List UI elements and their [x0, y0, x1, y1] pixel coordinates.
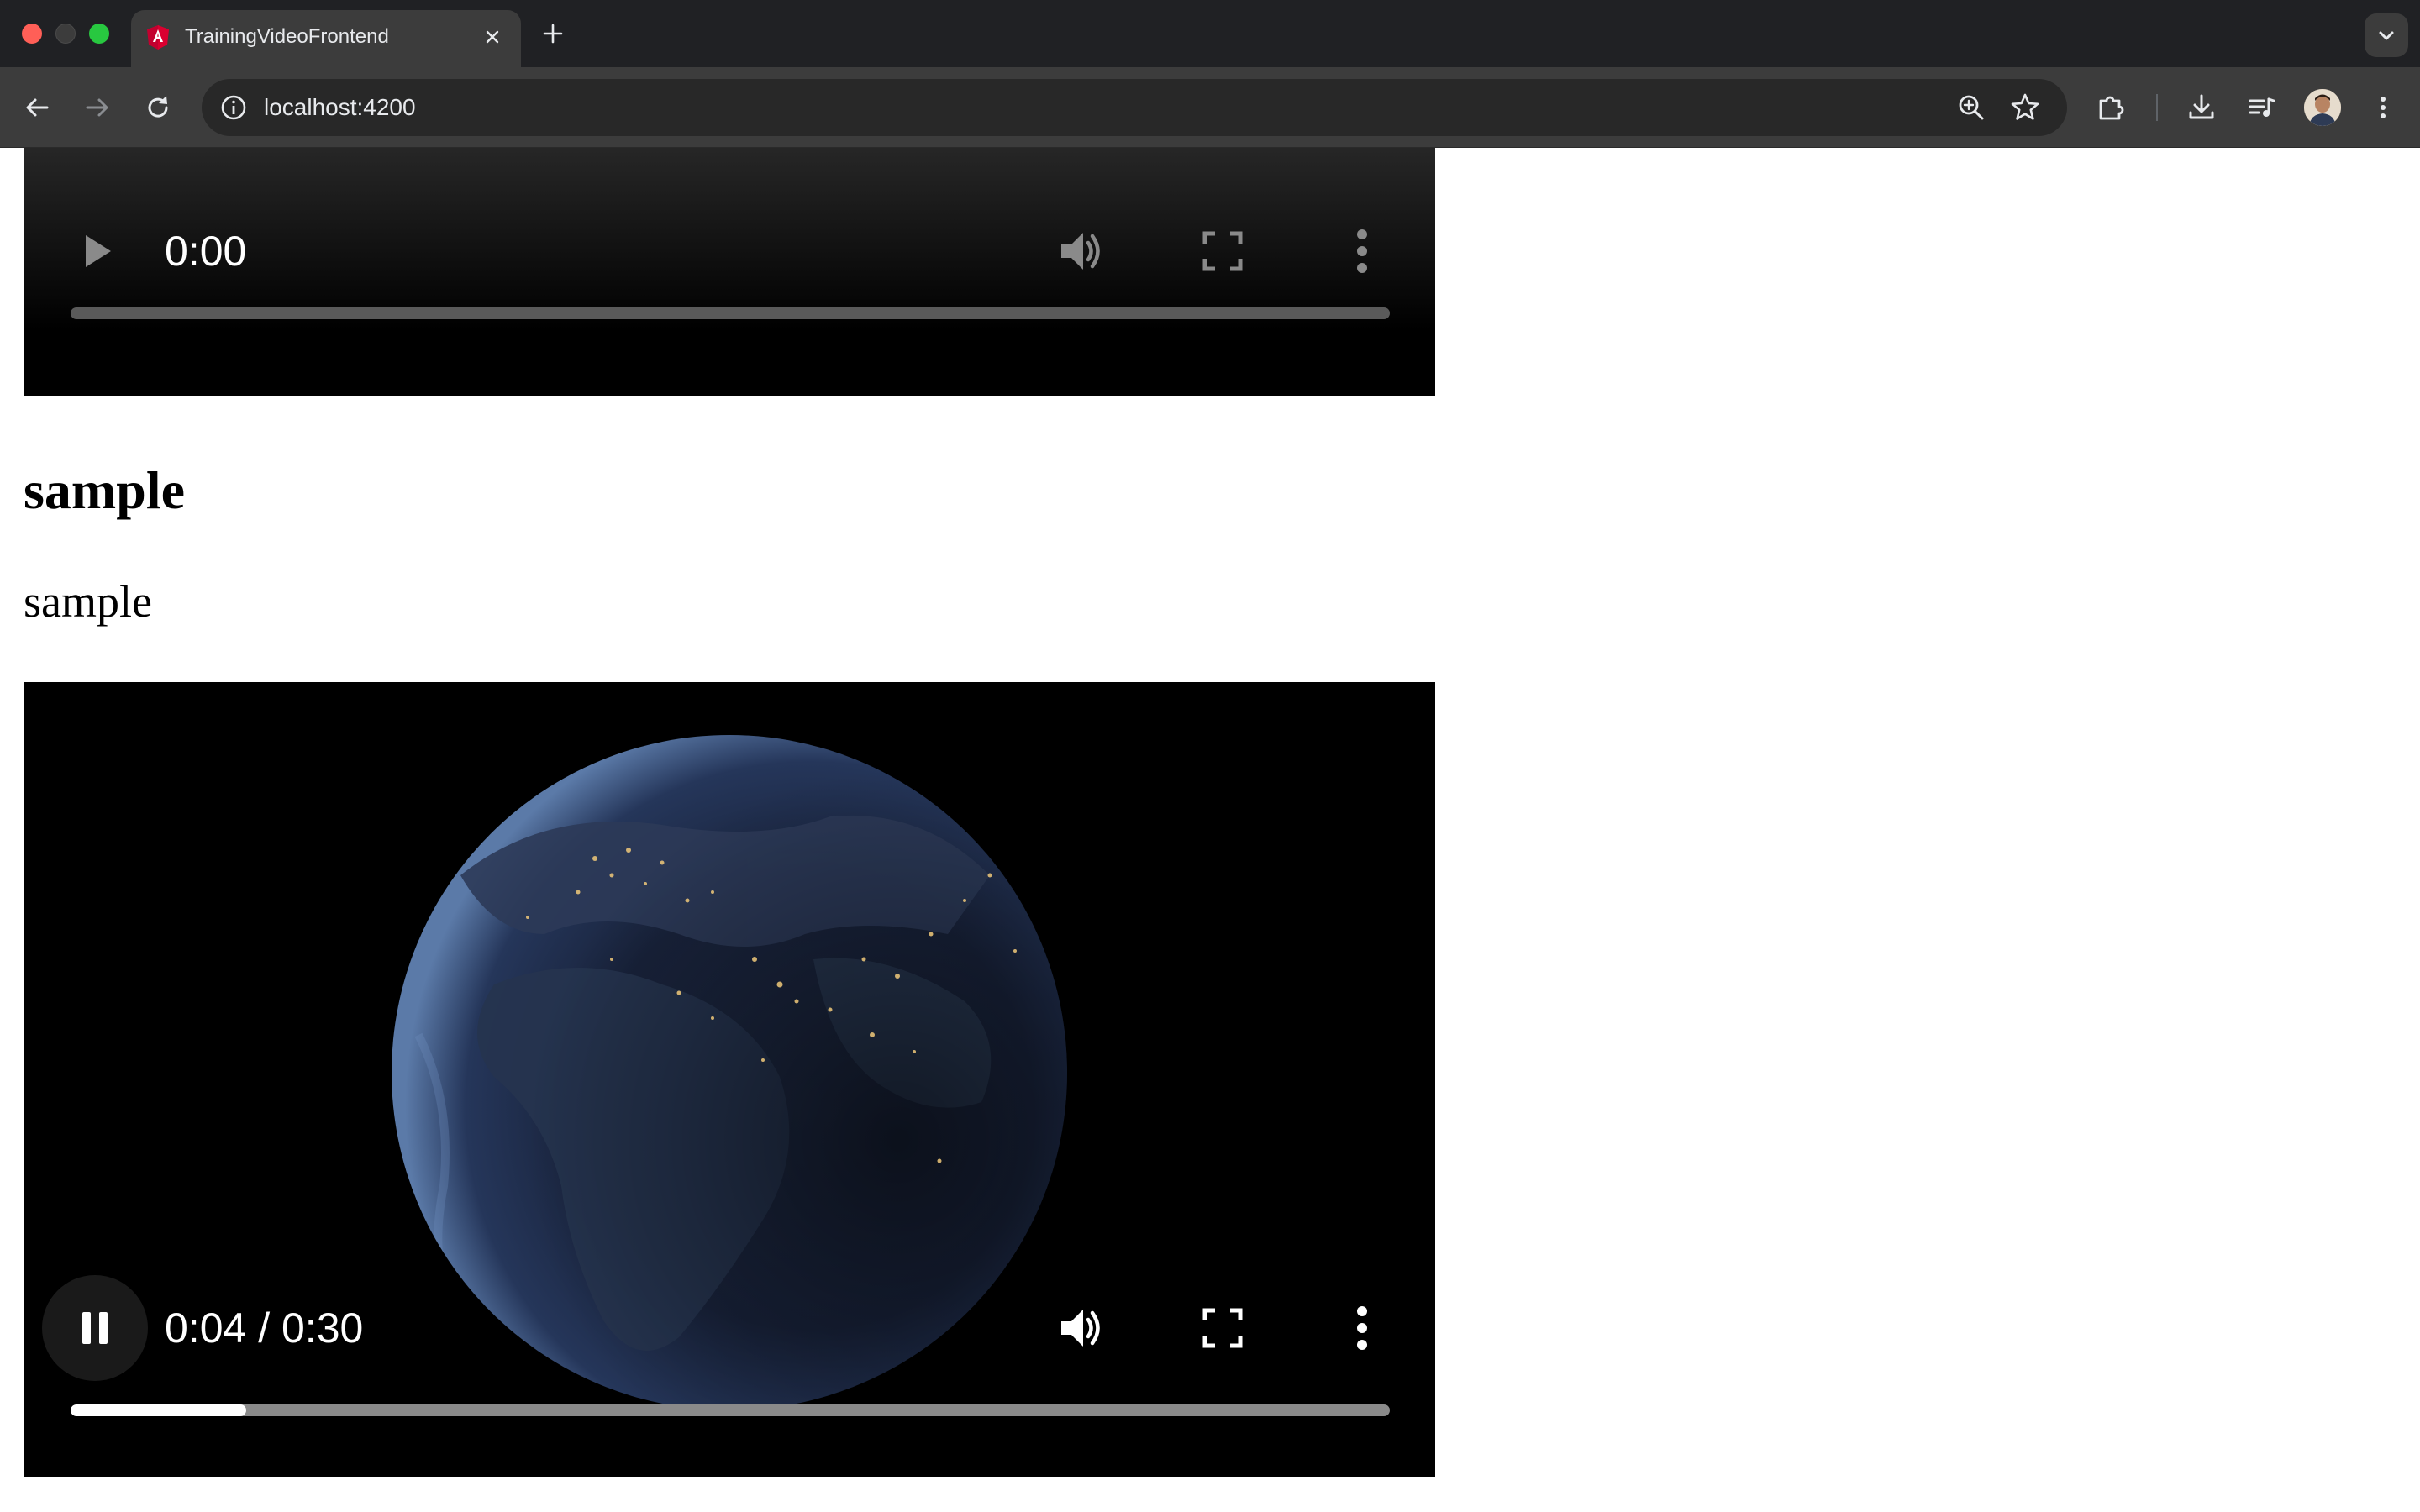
video-time: 0:04 / 0:30 — [165, 1305, 364, 1352]
avatar-image — [2304, 89, 2341, 126]
video-progress-bar[interactable] — [71, 307, 1390, 319]
chevron-down-icon — [2379, 31, 2394, 40]
close-icon[interactable] — [479, 24, 506, 50]
tab-search-button[interactable] — [2365, 13, 2408, 57]
browser-toolbar: localhost:4200 — [0, 67, 2420, 148]
reload-button[interactable] — [138, 87, 178, 128]
video-frame-earth — [392, 735, 1067, 1410]
play-button[interactable] — [67, 222, 126, 281]
video-time: 0:00 — [165, 228, 247, 275]
fullscreen-icon — [1202, 1308, 1243, 1348]
browser-tab-strip: TrainingVideoFrontend — [0, 0, 2420, 67]
volume-icon — [1061, 233, 1100, 270]
fullscreen-button[interactable] — [1193, 1299, 1252, 1357]
pause-button[interactable] — [42, 1275, 148, 1381]
play-icon — [86, 235, 111, 267]
forward-arrow-icon — [86, 98, 108, 117]
zoom-button[interactable] — [1951, 87, 1991, 128]
tab-title: TrainingVideoFrontend — [185, 25, 389, 48]
downloads-button[interactable] — [2181, 87, 2222, 128]
video-title: sample — [24, 460, 185, 520]
address-bar[interactable]: localhost:4200 — [202, 79, 2067, 136]
media-controls-button[interactable] — [2242, 87, 2282, 128]
kebab-menu-icon — [1357, 229, 1367, 273]
media-control-icon — [2249, 97, 2275, 117]
video-progress-bar[interactable] — [71, 1404, 1390, 1416]
active-tab[interactable]: TrainingVideoFrontend — [131, 10, 521, 67]
back-button[interactable] — [17, 87, 57, 128]
video-progress-fill — [71, 1404, 247, 1416]
maximize-window-button[interactable] — [89, 24, 109, 44]
mute-button[interactable] — [1052, 222, 1111, 281]
fullscreen-icon — [1202, 231, 1243, 271]
video-options-button[interactable] — [1333, 222, 1392, 281]
download-icon — [2189, 94, 2214, 119]
video-description: sample — [24, 576, 152, 627]
mute-button[interactable] — [1052, 1299, 1111, 1357]
star-icon — [2011, 93, 2039, 120]
url-text[interactable]: localhost:4200 — [264, 94, 416, 121]
back-arrow-icon — [26, 98, 49, 117]
app-favicon — [147, 25, 169, 50]
info-icon — [221, 95, 246, 120]
video-player[interactable]: 0:04 / 0:30 — [24, 682, 1435, 1477]
extensions-button[interactable] — [2091, 87, 2131, 128]
site-info-button[interactable] — [213, 87, 254, 128]
video-player[interactable]: 0:00 — [24, 148, 1435, 396]
reload-icon — [148, 96, 168, 118]
zoom-icon — [1959, 95, 1984, 120]
bookmark-button[interactable] — [2005, 87, 2045, 128]
profile-avatar[interactable] — [2304, 89, 2341, 126]
minimize-window-button[interactable] — [55, 24, 76, 44]
fullscreen-button[interactable] — [1193, 222, 1252, 281]
kebab-menu-icon — [2381, 97, 2386, 118]
browser-menu-button[interactable] — [2363, 87, 2403, 128]
page-viewport: 0:00 sample sample 0:04 / 0:30 — [0, 148, 2420, 1512]
kebab-menu-icon — [1357, 1306, 1367, 1350]
pause-icon — [82, 1312, 108, 1344]
forward-button[interactable] — [77, 87, 118, 128]
close-window-button[interactable] — [22, 24, 42, 44]
plus-icon[interactable] — [538, 18, 568, 49]
volume-icon — [1061, 1310, 1100, 1347]
video-options-button[interactable] — [1333, 1299, 1392, 1357]
toolbar-separator — [2156, 94, 2158, 121]
extensions-icon — [2099, 96, 2124, 120]
